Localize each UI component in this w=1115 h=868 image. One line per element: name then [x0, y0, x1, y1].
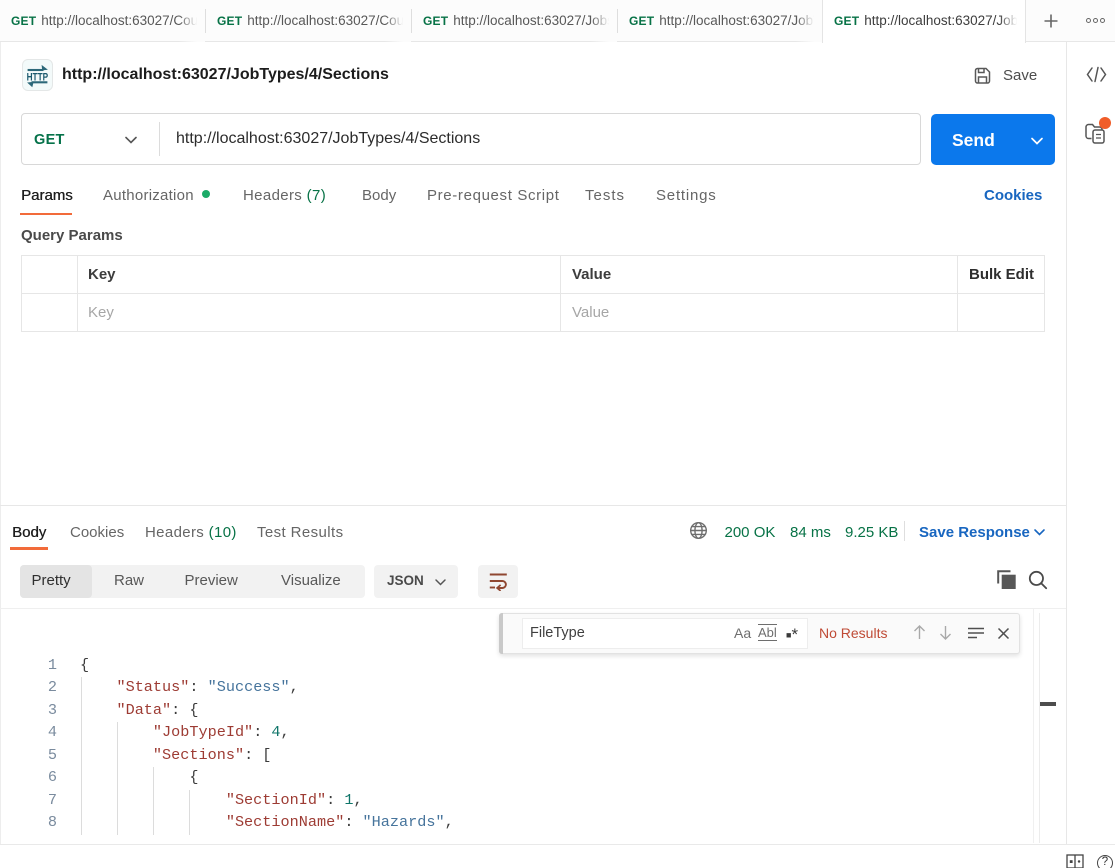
- svg-text:HTTP: HTTP: [26, 71, 47, 83]
